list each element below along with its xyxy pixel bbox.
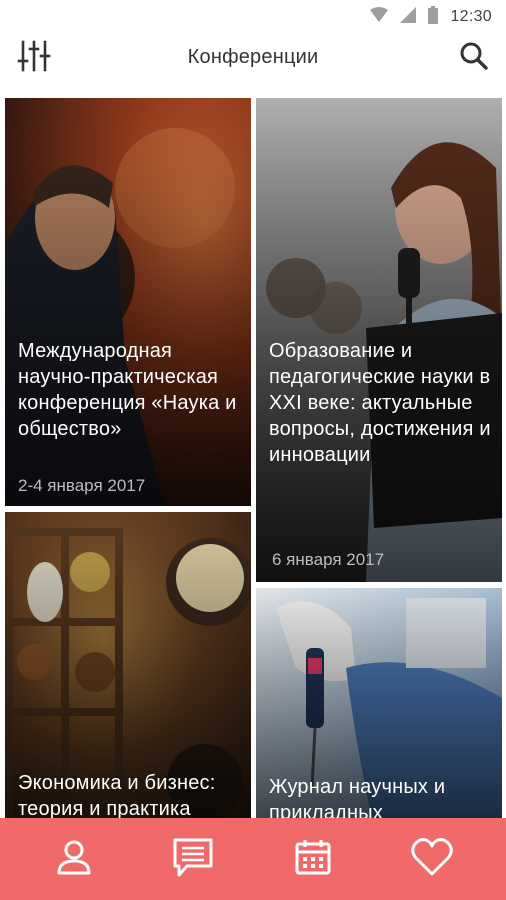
profile-icon: [54, 837, 94, 882]
card-date: 6 января 2017: [272, 550, 385, 569]
page-title: Конференции: [187, 46, 319, 68]
card-shade: [5, 98, 251, 506]
card-title: Образование и педагогические науки в XXI…: [269, 340, 491, 466]
card-date: 2-4 января 2017: [18, 476, 146, 495]
favorites-heart-icon: [410, 837, 454, 882]
card-title: Журнал научных и прикладных: [269, 776, 446, 818]
favorites-button[interactable]: [402, 829, 462, 889]
card-title: Международная научно-практическая конфер…: [18, 340, 237, 440]
battery-icon: [428, 5, 439, 29]
conference-card[interactable]: Экономика и бизнес: теория и практика: [5, 512, 251, 818]
conference-card[interactable]: Международная научно-практическая конфер…: [5, 98, 251, 506]
calendar-button[interactable]: [283, 829, 343, 889]
app-bar: Конференции: [0, 34, 506, 92]
signal-icon: [400, 6, 417, 28]
search-button[interactable]: [454, 38, 494, 78]
card-title: Экономика и бизнес: теория и практика: [18, 772, 216, 818]
clock: 12:30: [450, 8, 492, 25]
status-icons: 12:30: [370, 5, 492, 29]
conference-card[interactable]: Образование и педагогические науки в XXI…: [256, 98, 502, 582]
search-icon: [459, 41, 489, 76]
messages-button[interactable]: [163, 829, 223, 889]
conference-grid: Международная научно-практическая конфер…: [0, 92, 506, 818]
status-bar: 12:30: [0, 0, 506, 34]
calendar-icon: [293, 837, 333, 882]
conference-card[interactable]: Журнал научных и прикладных: [256, 588, 502, 818]
profile-button[interactable]: [44, 829, 104, 889]
bottom-navigation: [0, 818, 506, 900]
wifi-icon: [370, 6, 389, 28]
messages-icon: [171, 835, 215, 884]
